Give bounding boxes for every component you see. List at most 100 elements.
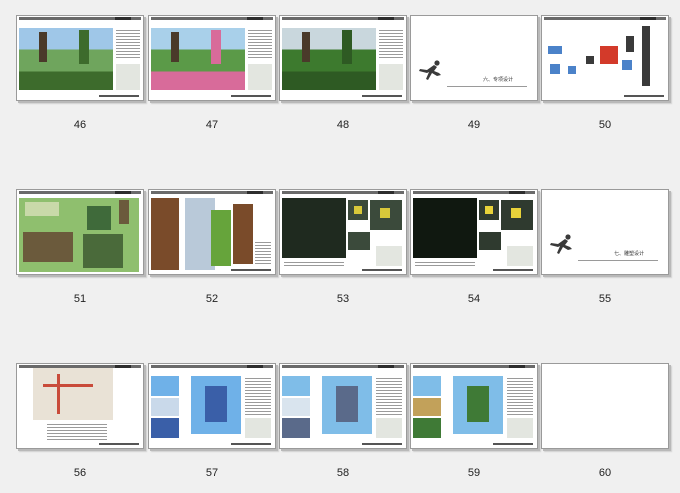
tree-shape bbox=[211, 30, 221, 64]
plan-element bbox=[119, 200, 129, 224]
locator-map bbox=[376, 246, 402, 266]
locator-map bbox=[507, 418, 533, 438]
slide-header-bar bbox=[151, 17, 273, 20]
slide-page bbox=[148, 189, 276, 275]
slide-thumbnail[interactable]: 50 bbox=[541, 15, 672, 131]
runner-icon bbox=[419, 60, 441, 80]
slide-thumbnail[interactable]: 59 bbox=[410, 363, 541, 479]
sculpture-render bbox=[413, 398, 441, 416]
sculpture-render bbox=[413, 418, 441, 438]
slide-thumbnail[interactable]: 57 bbox=[148, 363, 279, 479]
text-block bbox=[415, 260, 475, 268]
sculpture-form bbox=[336, 386, 358, 422]
slide-footer-bar bbox=[231, 269, 271, 271]
plan-element bbox=[23, 232, 73, 262]
slide-header-bar bbox=[151, 365, 273, 368]
slide-thumbnail-grid: 46 47 48 六、专项设计 49 50 51 52 53 54 七、雕塑设计 55 56 57 58 59… bbox=[0, 0, 680, 493]
tree-shape bbox=[39, 32, 47, 62]
locator-map bbox=[379, 64, 403, 90]
map-route bbox=[57, 374, 60, 414]
slide-number-label: 50 bbox=[598, 119, 612, 131]
slide-thumbnail[interactable]: 52 bbox=[148, 189, 279, 305]
slide-footer-bar bbox=[99, 95, 139, 97]
slide-thumbnail[interactable]: 53 bbox=[279, 189, 410, 305]
slide-thumbnail[interactable]: 51 bbox=[16, 189, 147, 305]
tree-shape bbox=[302, 32, 310, 62]
locator-map bbox=[116, 64, 140, 90]
slide-page: 六、专项设计 bbox=[410, 15, 538, 101]
slide-header-bar bbox=[413, 191, 535, 194]
divider-line bbox=[578, 260, 658, 261]
slide-page bbox=[410, 189, 538, 275]
map-route bbox=[43, 384, 93, 387]
tree-shape bbox=[171, 32, 179, 62]
slide-page bbox=[541, 15, 669, 101]
diagram-node bbox=[568, 66, 576, 74]
runner-icon bbox=[550, 234, 572, 254]
plan-element bbox=[25, 202, 59, 216]
landscape-photo bbox=[282, 28, 376, 90]
slide-thumbnail[interactable]: 54 bbox=[410, 189, 541, 305]
slide-page bbox=[279, 15, 407, 101]
slide-footer-bar bbox=[231, 443, 271, 445]
sculpture-render bbox=[151, 376, 179, 396]
slide-thumbnail[interactable]: 48 bbox=[279, 15, 410, 131]
sculpture-render bbox=[282, 376, 310, 396]
slide-thumbnail[interactable]: 47 bbox=[148, 15, 279, 131]
light-glow bbox=[485, 206, 493, 214]
slide-thumbnail[interactable]: 60 bbox=[541, 363, 672, 479]
slide-header-bar bbox=[282, 17, 404, 20]
slide-number-label: 51 bbox=[73, 293, 87, 305]
elevation-drawing bbox=[151, 198, 179, 270]
slide-number-label: 56 bbox=[73, 467, 87, 479]
text-block bbox=[507, 376, 533, 416]
slide-header-bar bbox=[19, 17, 141, 20]
slide-footer-bar bbox=[624, 95, 664, 97]
slide-header-bar bbox=[151, 191, 273, 194]
diagram-node bbox=[550, 64, 560, 74]
slide-thumbnail[interactable]: 六、专项设计 49 bbox=[410, 15, 541, 131]
diagram-node bbox=[586, 56, 594, 64]
text-block bbox=[116, 28, 140, 58]
slide-thumbnail[interactable]: 58 bbox=[279, 363, 410, 479]
slide-page bbox=[16, 15, 144, 101]
sculpture-form bbox=[205, 386, 227, 422]
slide-number-label: 53 bbox=[336, 293, 350, 305]
locator-map bbox=[248, 64, 272, 90]
landscape-photo bbox=[19, 28, 113, 90]
section-title: 六、专项设计 bbox=[483, 77, 514, 83]
night-render bbox=[282, 198, 346, 258]
sculpture-render bbox=[282, 418, 310, 438]
sculpture-render bbox=[151, 398, 179, 416]
slide-number-label: 55 bbox=[598, 293, 612, 305]
slide-header-bar bbox=[282, 191, 404, 194]
divider-line bbox=[447, 86, 527, 87]
diagram-node bbox=[548, 46, 562, 54]
site-map bbox=[33, 368, 113, 420]
slide-page bbox=[410, 363, 538, 449]
sign-post bbox=[642, 26, 650, 86]
slide-footer-bar bbox=[99, 443, 139, 445]
text-block bbox=[379, 28, 403, 58]
tree-shape bbox=[342, 30, 352, 64]
slide-thumbnail[interactable]: 七、雕塑设计 55 bbox=[541, 189, 672, 305]
slide-number-label: 48 bbox=[336, 119, 350, 131]
slide-footer-bar bbox=[493, 443, 533, 445]
logo-red-e bbox=[600, 46, 618, 64]
slide-number-label: 47 bbox=[205, 119, 219, 131]
tree-shape bbox=[79, 30, 89, 64]
slide-number-label: 54 bbox=[467, 293, 481, 305]
slide-page bbox=[148, 363, 276, 449]
slide-page bbox=[16, 363, 144, 449]
light-glow bbox=[511, 208, 521, 218]
sculpture-form bbox=[467, 386, 489, 422]
slide-number-label: 46 bbox=[73, 119, 87, 131]
slide-page bbox=[279, 363, 407, 449]
night-render bbox=[479, 232, 501, 250]
slide-thumbnail[interactable]: 56 bbox=[16, 363, 147, 479]
slide-number-label: 60 bbox=[598, 467, 612, 479]
slide-page bbox=[541, 363, 669, 449]
slide-header-bar bbox=[544, 17, 666, 20]
slide-number-label: 59 bbox=[467, 467, 481, 479]
slide-thumbnail[interactable]: 46 bbox=[16, 15, 147, 131]
